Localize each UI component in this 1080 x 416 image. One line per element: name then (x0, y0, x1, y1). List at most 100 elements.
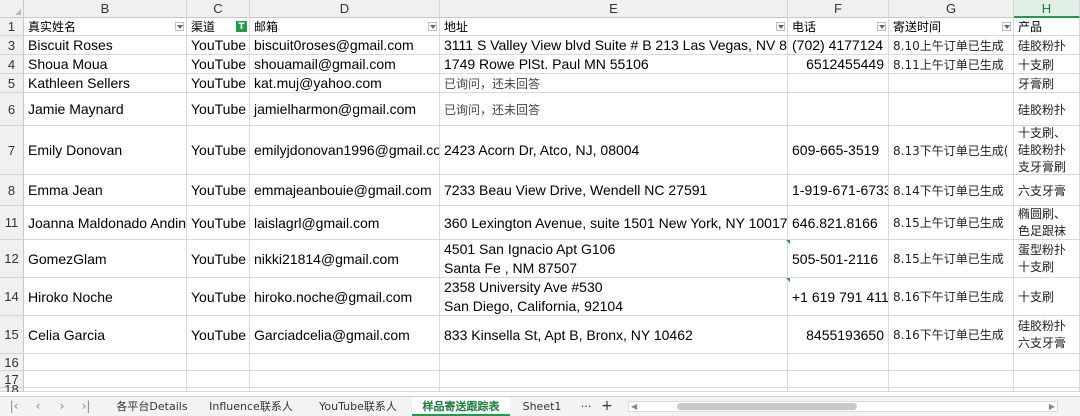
tab-sheet1[interactable]: Sheet1 (514, 397, 570, 416)
tab-platform-details[interactable]: 各平台Details (110, 397, 194, 416)
cell-time[interactable]: 8.15上午订单已生成 (889, 240, 1014, 278)
cell-time[interactable] (889, 74, 1014, 93)
cell-time[interactable]: 8.13下午订单已生成( (889, 126, 1014, 175)
empty-cell[interactable] (440, 371, 788, 388)
horizontal-scrollbar[interactable]: ◀ ▶ (628, 401, 1058, 412)
empty-cell[interactable] (1014, 371, 1080, 388)
row-header[interactable]: 6 (0, 93, 24, 126)
cell-address[interactable]: 已询问，还未回答 (440, 74, 788, 93)
cell-time[interactable]: 8.14下午订单已生成 (889, 175, 1014, 206)
cell-time[interactable]: 8.10上午订单已生成 (889, 36, 1014, 55)
cell-channel[interactable]: YouTube (187, 206, 250, 240)
cell-email[interactable]: Garciadcelia@gmail.com (250, 316, 440, 354)
empty-cell[interactable] (24, 388, 187, 392)
cell-time[interactable]: 8.16下午订单已生成 (889, 278, 1014, 316)
empty-cell[interactable] (889, 388, 1014, 392)
cell-channel[interactable]: YouTube (187, 316, 250, 354)
cell-phone[interactable]: 6512455449 (788, 55, 889, 74)
header-cell-product[interactable]: 产品 (1014, 18, 1080, 36)
cell-channel[interactable]: YouTube (187, 74, 250, 93)
cell-email[interactable]: kat.muj@yahoo.com (250, 74, 440, 93)
empty-cell[interactable] (250, 354, 440, 371)
cell-product[interactable]: 十支刷 (1014, 55, 1080, 74)
cell-channel[interactable]: YouTube (187, 278, 250, 316)
row-header[interactable]: 15 (0, 316, 24, 354)
empty-cell[interactable] (187, 388, 250, 392)
cell-name[interactable]: Hiroko Noche (24, 278, 187, 316)
column-header-b[interactable]: B (24, 0, 187, 18)
filter-dropdown-icon[interactable] (428, 22, 437, 31)
cell-product[interactable]: 牙膏刷 (1014, 74, 1080, 93)
cell-channel[interactable]: YouTube (187, 55, 250, 74)
cell-name[interactable]: Emily Donovan (24, 126, 187, 175)
header-cell-email[interactable]: 邮箱 (250, 18, 440, 36)
cell-name[interactable]: Emma Jean (24, 175, 187, 206)
scroll-left-icon[interactable]: ◀ (631, 402, 637, 411)
cell-address[interactable]: 3111 S Valley View blvd Suite # B 213 La… (440, 36, 788, 55)
row-header[interactable]: 5 (0, 74, 24, 93)
cell-time[interactable]: 8.11上午订单已生成 (889, 55, 1014, 74)
cell-channel[interactable]: YouTube (187, 36, 250, 55)
cell-product[interactable]: 六支牙膏 (1014, 175, 1080, 206)
cell-product[interactable]: 椭圆刷、 色足跟袜 (1014, 206, 1080, 240)
empty-cell[interactable] (250, 371, 440, 388)
cell-address[interactable]: 833 Kinsella St, Apt B, Bronx, NY 10462 (440, 316, 788, 354)
column-header-d[interactable]: D (250, 0, 440, 18)
cell-name[interactable]: Joanna Maldonado Andin (24, 206, 187, 240)
cell-channel[interactable]: YouTube (187, 126, 250, 175)
cell-name[interactable]: Celia Garcia (24, 316, 187, 354)
filter-dropdown-icon[interactable] (1002, 22, 1011, 31)
row-header[interactable]: 18 (0, 382, 24, 392)
cell-phone[interactable]: 1-919-671-6733 (788, 175, 889, 206)
cell-name[interactable]: GomezGlam (24, 240, 187, 278)
column-header-c[interactable]: C (187, 0, 250, 18)
empty-cell[interactable] (187, 354, 250, 371)
column-header-h[interactable]: H (1014, 0, 1080, 18)
empty-cell[interactable] (24, 354, 187, 371)
add-sheet-button[interactable]: + (598, 397, 616, 416)
cell-email[interactable]: emilyjdonovan1996@gmail.co (250, 126, 440, 175)
row-header[interactable]: 7 (0, 126, 24, 175)
cell-address[interactable]: 2358 University Ave #530 San Diego, Calif… (440, 278, 788, 316)
scrollbar-thumb[interactable] (677, 403, 857, 410)
cell-product[interactable]: 硅胶粉扑 (1014, 36, 1080, 55)
tab-sample-tracking[interactable]: 样品寄送跟踪表 (412, 397, 510, 416)
cell-address[interactable]: 4501 San Ignacio Apt G106 Santa Fe , NM 8… (440, 240, 788, 278)
empty-cell[interactable] (250, 388, 440, 392)
empty-cell[interactable] (788, 354, 889, 371)
row-header[interactable]: 16 (0, 354, 24, 371)
cell-address[interactable]: 7233 Beau View Drive, Wendell NC 27591 (440, 175, 788, 206)
row-header[interactable]: 12 (0, 240, 24, 278)
cell-email[interactable]: jamielharmon@gmail.com (250, 93, 440, 126)
header-cell-send_time[interactable]: 寄送时间 (889, 18, 1014, 36)
cell-phone[interactable]: +1 619 791 411 (788, 278, 889, 316)
next-sheet-icon[interactable]: › (54, 399, 70, 414)
cell-phone[interactable] (788, 93, 889, 126)
row-header[interactable]: 14 (0, 278, 24, 316)
cell-channel[interactable]: YouTube (187, 93, 250, 126)
cell-email[interactable]: biscuit0roses@gmail.com (250, 36, 440, 55)
cell-address[interactable]: 1749 Rowe PlSt. Paul MN 55106 (440, 55, 788, 74)
cell-email[interactable]: shouamail@gmail.com (250, 55, 440, 74)
cell-time[interactable] (889, 93, 1014, 126)
column-header-f[interactable]: F (788, 0, 889, 18)
cell-channel[interactable]: YouTube (187, 175, 250, 206)
empty-cell[interactable] (889, 354, 1014, 371)
empty-cell[interactable] (1014, 388, 1080, 392)
cell-email[interactable]: laislagrl@gmail.com (250, 206, 440, 240)
empty-cell[interactable] (24, 371, 187, 388)
select-all-corner[interactable] (0, 0, 24, 18)
cell-phone[interactable]: (702) 4177124 (788, 36, 889, 55)
header-cell-address[interactable]: 地址 (440, 18, 788, 36)
cell-product[interactable]: 十支刷 (1014, 278, 1080, 316)
cell-phone[interactable]: 609-665-3519 (788, 126, 889, 175)
cell-name[interactable]: Kathleen Sellers (24, 74, 187, 93)
cell-email[interactable]: hiroko.noche@gmail.com (250, 278, 440, 316)
cell-phone[interactable]: 505-501-2116 (788, 240, 889, 278)
column-header-e[interactable]: E (440, 0, 788, 18)
empty-cell[interactable] (788, 388, 889, 392)
cell-product[interactable]: 硅胶粉扑 (1014, 93, 1080, 126)
header-cell-channel[interactable]: 渠道 T (187, 18, 250, 36)
prev-sheet-icon[interactable]: ‹ (30, 399, 46, 414)
first-sheet-icon[interactable]: |‹ (6, 399, 22, 414)
